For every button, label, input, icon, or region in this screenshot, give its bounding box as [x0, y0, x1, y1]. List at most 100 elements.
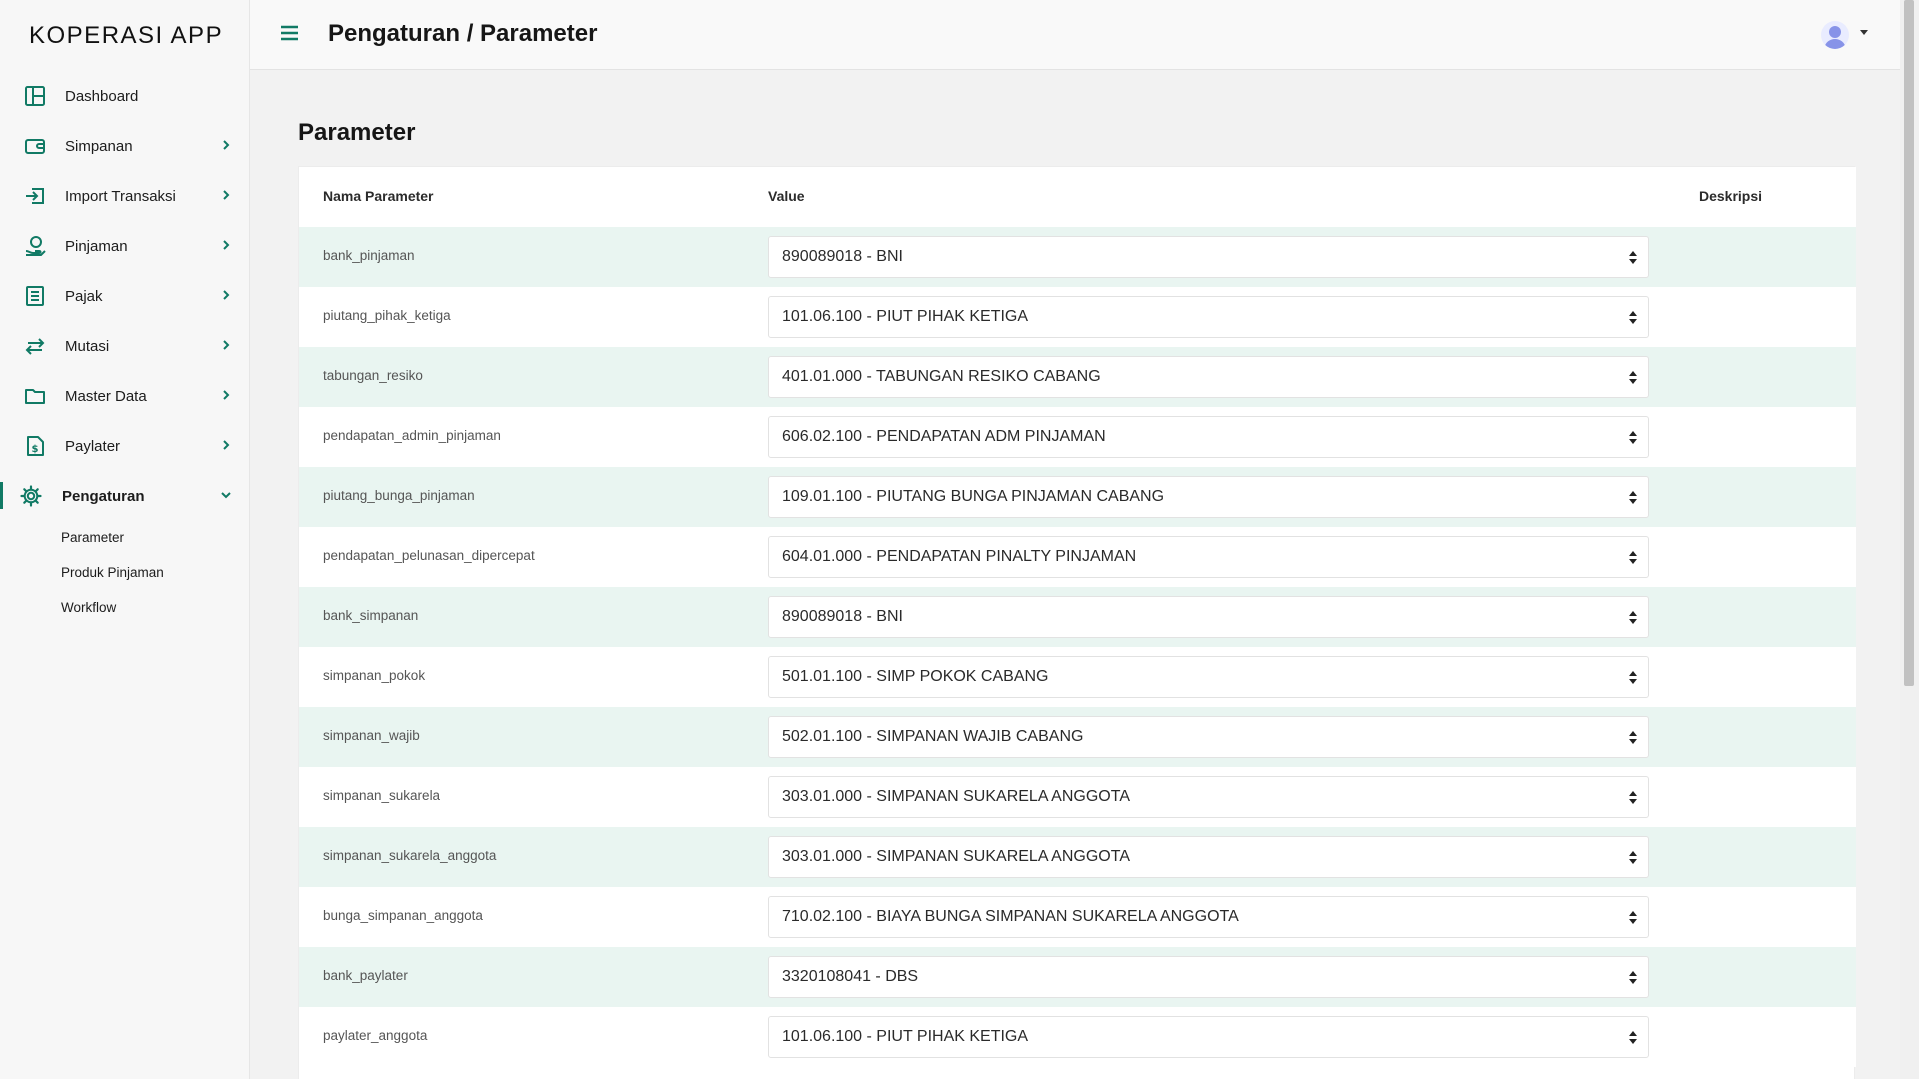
chevron-right-icon: [223, 440, 230, 450]
sidebar-item-pengaturan[interactable]: Pengaturan: [0, 471, 250, 521]
select-arrows-icon: [1629, 311, 1637, 324]
parameter-name: tabungan_resiko: [323, 368, 423, 383]
sidebar-item-label: Pajak: [65, 288, 103, 305]
select-value: 3320108041 - DBS: [782, 968, 919, 985]
breadcrumb: Pengaturan / Parameter: [328, 20, 598, 47]
select-value: 890089018 - BNI: [782, 248, 903, 265]
sidebar-item-label: Mutasi: [65, 338, 110, 355]
import-icon: [26, 188, 44, 204]
sidebar-item-label: Paylater: [65, 438, 121, 455]
parameter-name: bank_simpanan: [323, 608, 419, 623]
loan-icon: [25, 236, 46, 256]
parameter-value-select[interactable]: 101.06.100 - PIUT PIHAK KETIGA: [768, 296, 1649, 338]
parameter-value-select[interactable]: 890089018 - BNI: [768, 596, 1649, 638]
parameter-name: piutang_pihak_ketiga: [323, 308, 451, 323]
select-value: 606.02.100 - PENDAPATAN ADM PINJAMAN: [782, 428, 1106, 445]
parameter-name: simpanan_pokok: [323, 668, 426, 683]
parameter-name: pendapatan_admin_pinjaman: [323, 428, 501, 443]
parameter-name: piutang_bunga_pinjaman: [323, 488, 475, 503]
table-row: tabungan_resiko 401.01.000 - TABUNGAN RES…: [299, 347, 1856, 407]
parameter-value-select[interactable]: 303.01.000 - SIMPANAN SUKARELA ANGGOTA: [768, 836, 1649, 878]
table-row: pendapatan_pelunasan_dipercepat 604.01.00…: [299, 527, 1856, 587]
select-value: 604.01.000 - PENDAPATAN PINALTY PINJAMAN: [782, 548, 1137, 565]
dashboard-icon: [25, 86, 45, 106]
select-arrows-icon: [1629, 731, 1637, 744]
select-value: 890089018 - BNI: [782, 608, 903, 625]
table-row: piutang_pihak_ketiga 101.06.100 - PIUT PI…: [299, 287, 1856, 347]
sidebar-item-label: Pinjaman: [65, 238, 128, 255]
table-row: bunga_simpanan_anggota 710.02.100 - BIAYA…: [299, 887, 1856, 947]
select-arrows-icon: [1629, 611, 1637, 624]
select-arrows-icon: [1629, 1031, 1637, 1044]
select-value: 303.01.000 - SIMPANAN SUKARELA ANGGOTA: [782, 848, 1130, 865]
sidebar-item-label: Pengaturan: [62, 488, 145, 505]
chevron-right-icon: [223, 190, 230, 200]
select-value: 101.06.100 - PIUT PIHAK KETIGA: [782, 308, 1029, 325]
table-row: bank_paylater 3320108041 - DBS: [299, 947, 1856, 1007]
sidebar-subitem-workflow[interactable]: Workflow: [61, 600, 116, 615]
parameter-value-select[interactable]: 604.01.000 - PENDAPATAN PINALTY PINJAMAN: [768, 536, 1649, 578]
select-value: 401.01.000 - TABUNGAN RESIKO CABANG: [782, 368, 1101, 385]
app-brand: KOPERASI APP: [29, 22, 224, 49]
parameter-value-select[interactable]: 401.01.000 - TABUNGAN RESIKO CABANG: [768, 356, 1649, 398]
select-arrows-icon: [1629, 911, 1637, 924]
table-row: pendapatan_admin_pinjaman 606.02.100 - PE…: [299, 407, 1856, 467]
select-arrows-icon: [1629, 491, 1637, 504]
gear-icon: [20, 485, 42, 507]
table-header: Nama Parameter Value Deskripsi: [299, 167, 1856, 227]
parameter-value-select[interactable]: 101.06.100 - PIUT PIHAK KETIGA: [768, 1016, 1649, 1058]
hamburger-icon[interactable]: [281, 25, 298, 41]
chevron-right-icon: [223, 290, 230, 300]
parameter-name: simpanan_sukarela: [323, 788, 441, 803]
sidebar-nav: Dashboard Simpanan Import Transaksi Pinj…: [0, 71, 250, 521]
sidebar-subitem-parameter[interactable]: Parameter: [61, 530, 124, 545]
parameter-name: simpanan_wajib: [323, 728, 420, 743]
wallet-icon: [25, 139, 45, 154]
table-row: bank_pinjaman 890089018 - BNI: [299, 227, 1856, 287]
caret-down-icon[interactable]: [1860, 30, 1868, 35]
sidebar-item-mutasi[interactable]: Mutasi: [0, 321, 250, 371]
parameter-value-select[interactable]: 109.01.100 - PIUTANG BUNGA PINJAMAN CABA…: [768, 476, 1649, 518]
sidebar-item-master-data[interactable]: Master Data: [0, 371, 250, 421]
chevron-down-icon: [221, 492, 231, 499]
parameter-value-select[interactable]: 710.02.100 - BIAYA BUNGA SIMPANAN SUKARE…: [768, 896, 1649, 938]
sidebar-item-import-transaksi[interactable]: Import Transaksi: [0, 171, 250, 221]
parameter-name: paylater_anggota: [323, 1028, 428, 1043]
parameter-value-select[interactable]: 501.01.100 - SIMP POKOK CABANG: [768, 656, 1649, 698]
parameter-name: simpanan_sukarela_anggota: [323, 848, 497, 863]
sidebar-item-label: Simpanan: [65, 138, 133, 155]
select-arrows-icon: [1629, 551, 1637, 564]
sidebar-item-dashboard[interactable]: Dashboard: [0, 71, 250, 121]
parameter-table: Nama Parameter Value Deskripsi bank_pinj…: [298, 166, 1856, 1079]
select-value: 710.02.100 - BIAYA BUNGA SIMPANAN SUKARE…: [782, 908, 1239, 925]
table-row: simpanan_sukarela 303.01.000 - SIMPANAN S…: [299, 767, 1856, 827]
select-arrows-icon: [1629, 431, 1637, 444]
avatar-icon: [1824, 26, 1846, 49]
select-arrows-icon: [1629, 371, 1637, 384]
table-row: piutang_bunga_pinjaman 109.01.100 - PIUTA…: [299, 467, 1856, 527]
select-arrows-icon: [1629, 671, 1637, 684]
scrollbar-thumb[interactable]: [1904, 0, 1914, 686]
select-arrows-icon: [1629, 971, 1637, 984]
select-value: 502.01.100 - SIMPANAN WAJIB CABANG: [782, 728, 1084, 745]
folder-icon: [25, 389, 45, 404]
column-header-value: Value: [768, 188, 805, 204]
sidebar-item-label: Dashboard: [65, 88, 139, 105]
chevron-right-icon: [223, 340, 230, 350]
parameter-value-select[interactable]: 890089018 - BNI: [768, 236, 1649, 278]
avatar[interactable]: [1821, 21, 1849, 49]
table-row: simpanan_sukarela_anggota 303.01.000 - SI…: [299, 827, 1856, 887]
select-arrows-icon: [1629, 791, 1637, 804]
parameter-value-select[interactable]: 303.01.000 - SIMPANAN SUKARELA ANGGOTA: [768, 776, 1649, 818]
sidebar-item-paylater[interactable]: $ Paylater: [0, 421, 250, 471]
parameter-value-select[interactable]: 3320108041 - DBS: [768, 956, 1649, 998]
sidebar-subitem-produk-pinjaman[interactable]: Produk Pinjaman: [61, 565, 164, 580]
parameter-value-select[interactable]: 502.01.100 - SIMPANAN WAJIB CABANG: [768, 716, 1649, 758]
vertical-scrollbar[interactable]: [1900, 0, 1919, 1079]
parameter-value-select[interactable]: 606.02.100 - PENDAPATAN ADM PINJAMAN: [768, 416, 1649, 458]
sidebar: KOPERASI APP Dashboard Simpanan Import T…: [0, 0, 250, 1079]
sidebar-item-simpanan[interactable]: Simpanan: [0, 121, 250, 171]
sidebar-item-pajak[interactable]: Pajak: [0, 271, 250, 321]
column-header-deskripsi: Deskripsi: [1699, 188, 1763, 204]
sidebar-item-pinjaman[interactable]: Pinjaman: [0, 221, 250, 271]
